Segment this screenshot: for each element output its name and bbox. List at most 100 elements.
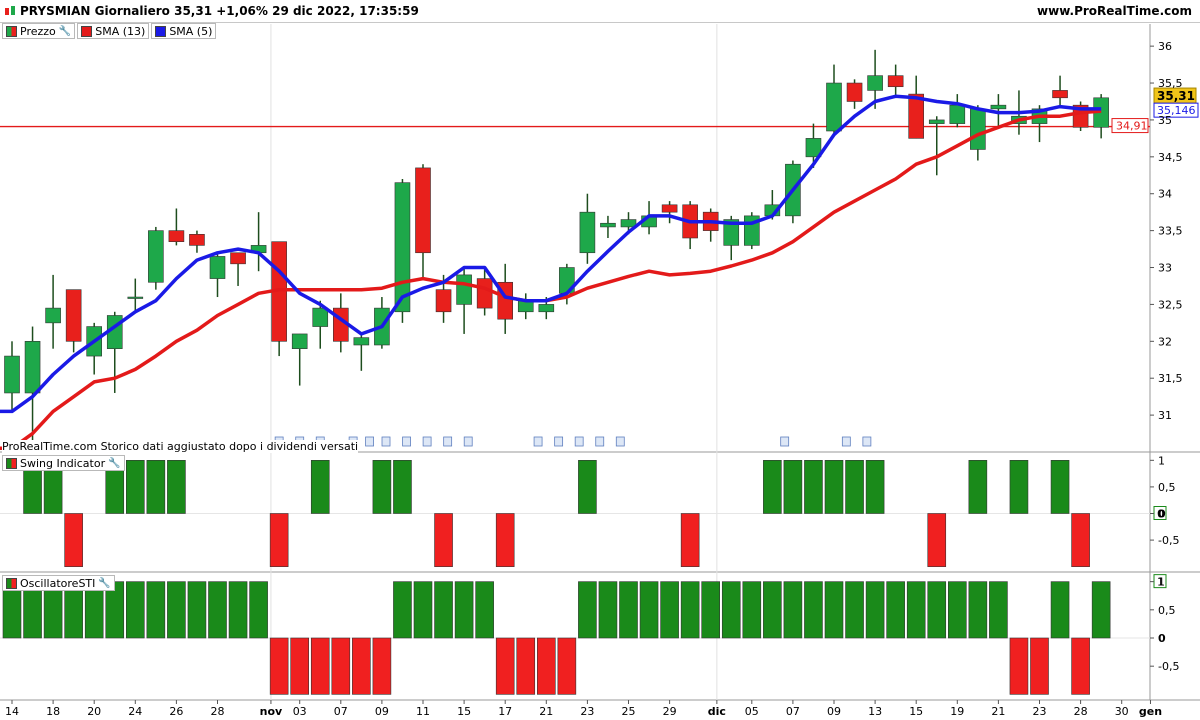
indicator-bar xyxy=(516,637,536,695)
candle-body xyxy=(127,296,144,299)
x-tick-label: 21 xyxy=(539,705,553,718)
last-price-label: 35,31 xyxy=(1157,89,1195,103)
indicator-bar xyxy=(989,581,1008,639)
legend-osc[interactable]: OscillatoreSTI 🔧 xyxy=(2,575,115,591)
candle-body xyxy=(990,104,1007,110)
x-tick-label: 23 xyxy=(580,705,594,718)
event-marker-icon xyxy=(862,436,872,447)
indicator-bar xyxy=(290,637,310,695)
candle-body xyxy=(456,274,472,305)
swing-panel: 0 xyxy=(0,460,1167,567)
indicator-bar xyxy=(310,637,330,695)
indicator-bar xyxy=(598,581,618,639)
x-tick-label: 09 xyxy=(375,705,389,718)
candle-body xyxy=(867,75,883,91)
indicator-bar xyxy=(167,460,186,514)
candle-body xyxy=(579,211,596,254)
y-tick-label: -0,5 xyxy=(1158,534,1179,547)
indicator-bar xyxy=(742,581,762,639)
event-marker-icon xyxy=(365,436,374,447)
x-tick-label: dic xyxy=(708,705,726,718)
wrench-icon[interactable]: 🔧 xyxy=(108,458,120,469)
event-marker-icon xyxy=(780,436,790,447)
candle-body xyxy=(600,222,616,228)
candle-body xyxy=(65,289,82,342)
candle-body xyxy=(887,75,904,88)
indicator-bar xyxy=(352,637,371,695)
indicator-bar xyxy=(310,460,330,514)
x-tick-label: 07 xyxy=(334,705,348,718)
indicator-bar xyxy=(1050,460,1070,514)
osc-legend: OscillatoreSTI 🔧 xyxy=(2,575,115,591)
legend-price-label: Prezzo xyxy=(20,24,56,38)
y-tick-label: 0 xyxy=(1158,508,1166,521)
legend-sma13[interactable]: SMA (13) xyxy=(77,23,150,39)
y-tick-label: 32 xyxy=(1158,335,1172,348)
candle-body xyxy=(45,307,61,324)
y-tick-label: 1 xyxy=(1158,576,1165,589)
indicator-bar xyxy=(578,460,597,514)
indicator-bar xyxy=(208,581,227,639)
chart-area[interactable]: 34,9135,3135,146 0 1 14 18 20 24 26 28 nov 03 07… xyxy=(0,0,1200,720)
indicator-bar xyxy=(126,460,145,514)
indicator-bar xyxy=(557,637,577,695)
x-tick-label: 15 xyxy=(457,705,471,718)
x-tick-label: 23 xyxy=(1033,705,1047,718)
indicator-bar xyxy=(886,581,905,639)
indicator-bar xyxy=(824,460,844,514)
wrench-icon[interactable]: 🔧 xyxy=(59,26,71,37)
indicator-bar xyxy=(927,513,947,567)
candle-body xyxy=(949,104,966,124)
event-marker-icon xyxy=(381,436,391,447)
sma5-swatch-icon xyxy=(155,25,167,37)
x-tick-label: 15 xyxy=(909,705,923,718)
indicator-bar xyxy=(660,581,679,639)
sma13-swatch-icon xyxy=(81,25,93,37)
indicator-bar xyxy=(804,460,823,514)
price-legend: Prezzo 🔧 SMA (13) SMA (5) xyxy=(2,23,217,39)
indicator-bar xyxy=(783,581,803,639)
candle-body xyxy=(24,341,41,394)
indicator-bar xyxy=(927,581,947,639)
legend-sma5[interactable]: SMA (5) xyxy=(151,23,217,39)
candle-body xyxy=(970,108,986,150)
x-tick-label: 11 xyxy=(416,705,430,718)
wrench-icon[interactable]: 🔧 xyxy=(98,578,110,589)
price-panel: 34,9135,3135,146 xyxy=(0,49,1199,451)
y-tick-label: 31 xyxy=(1158,409,1172,422)
candle-body xyxy=(230,252,246,265)
indicator-bar xyxy=(619,581,638,639)
level-label: 34,91 xyxy=(1116,120,1148,133)
event-marker-icon xyxy=(422,436,432,447)
indicator-bar xyxy=(187,581,207,639)
indicator-bar xyxy=(1050,581,1070,639)
candle-body xyxy=(312,307,329,327)
event-marker-icon xyxy=(841,436,851,447)
event-marker-icon xyxy=(463,436,473,447)
candle-body xyxy=(394,182,411,313)
legend-swing[interactable]: Swing Indicator 🔧 xyxy=(2,455,125,471)
indicator-bar xyxy=(865,581,885,639)
indicator-bar xyxy=(968,581,988,639)
y-tick-label: 1 xyxy=(1158,454,1165,467)
x-tick-label: gen xyxy=(1139,705,1162,718)
indicator-bar xyxy=(269,637,289,695)
x-tick-label: 20 xyxy=(87,705,101,718)
y-tick-label: 0,5 xyxy=(1158,481,1176,494)
indicator-bar xyxy=(578,581,597,639)
y-tick-label: 35,5 xyxy=(1158,77,1183,90)
candle-body xyxy=(4,355,20,394)
indicator-bar xyxy=(228,581,248,639)
y-tick-label: 34,5 xyxy=(1158,151,1183,164)
indicator-bar xyxy=(393,581,412,639)
event-marker-icon xyxy=(443,436,453,447)
candle-body xyxy=(1052,90,1068,99)
x-tick-label: 03 xyxy=(293,705,307,718)
candle-body xyxy=(538,304,555,313)
indicator-bar xyxy=(393,460,412,514)
legend-price[interactable]: Prezzo 🔧 xyxy=(2,23,76,39)
indicator-bar xyxy=(680,513,700,567)
indicator-bar xyxy=(721,581,741,639)
indicator-bar xyxy=(434,581,453,639)
indicator-bar xyxy=(1091,581,1111,639)
